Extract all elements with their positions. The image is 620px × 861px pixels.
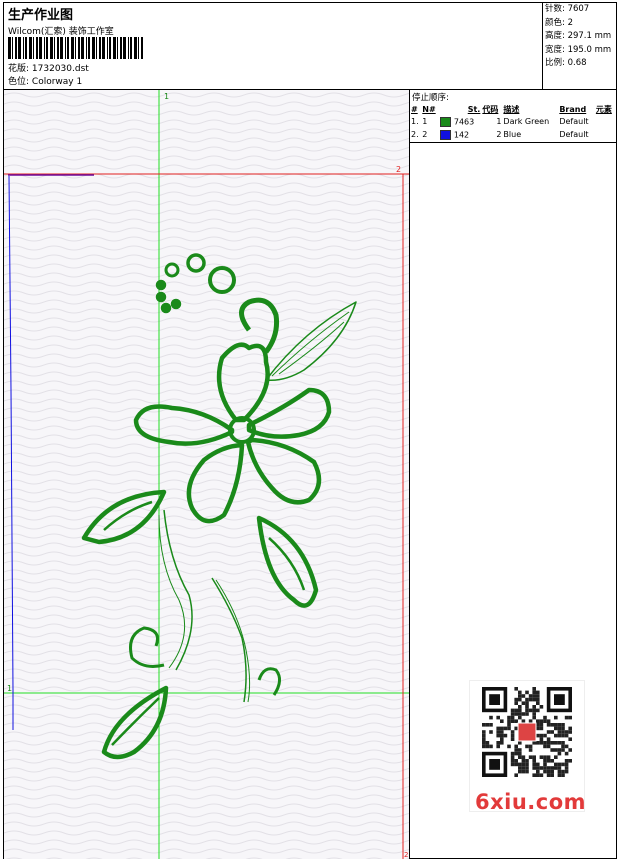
design-value: 1732030.dst — [31, 64, 89, 74]
color-swatch — [440, 129, 452, 140]
design-label: 花版: — [8, 64, 30, 74]
col-brand: Brand — [559, 104, 587, 114]
table-row: 2. 2 142 2 Blue Default — [411, 129, 589, 140]
colorway-value: Colorway 1 — [31, 77, 83, 87]
marker-bottom-green: 1 — [7, 684, 12, 693]
header-panel: 生产作业图 Wilcom(汇索) 装饰工作室 花版: 1732030.dst 色… — [4, 3, 616, 90]
watermark-brand: 6xiu.com — [475, 790, 587, 814]
sheet-title: 生产作业图 — [8, 8, 74, 23]
stats-box: 针数: 7607 颜色: 2 高度: 297.1 mm 宽度: 195.0 mm… — [542, 3, 617, 89]
stop-sequence-table: # N# St. 代码 描述 Brand 元素 1. 1 7463 1 Dark… — [410, 103, 616, 141]
col-code: 代码 — [482, 104, 499, 114]
table-row: 1. 1 7463 1 Dark Green Default — [411, 116, 589, 127]
col-elem: 元素 — [595, 104, 612, 114]
stat-height: 高度: 297.1 mm — [545, 31, 612, 41]
marker-right-red: 2 — [396, 165, 401, 174]
barcode-image — [8, 37, 143, 59]
col-desc: 描述 — [503, 104, 520, 114]
col-st: St. — [467, 104, 481, 114]
marker-bottom-red: 2 — [404, 851, 408, 859]
qr-code-image — [482, 687, 572, 777]
design-line: 花版: 1732030.dst — [8, 61, 89, 74]
stop-sequence-title: 停止顺序: — [412, 93, 449, 103]
stat-colors: 颜色: 2 — [545, 17, 573, 28]
stat-stitches: 针数: 7607 — [545, 4, 590, 14]
col-n: N# — [422, 104, 436, 114]
table-bottom-rule — [410, 142, 616, 143]
stat-scale: 比例: 0.68 — [545, 58, 587, 68]
design-canvas: 1 2 1 2 — [4, 90, 410, 859]
col-num: # — [411, 104, 418, 114]
table-header-row: # N# St. 代码 描述 Brand 元素 — [410, 103, 616, 115]
colorway-line: 色位: Colorway 1 — [8, 74, 82, 87]
marker-top-green: 1 — [164, 92, 169, 101]
color-swatch — [440, 116, 452, 127]
colorway-label: 色位: — [8, 77, 30, 87]
sheet-subtitle: Wilcom(汇索) 装饰工作室 — [8, 27, 114, 37]
embroidery-preview: 1 2 1 2 — [4, 90, 409, 859]
stat-width: 宽度: 195.0 mm — [545, 44, 612, 55]
